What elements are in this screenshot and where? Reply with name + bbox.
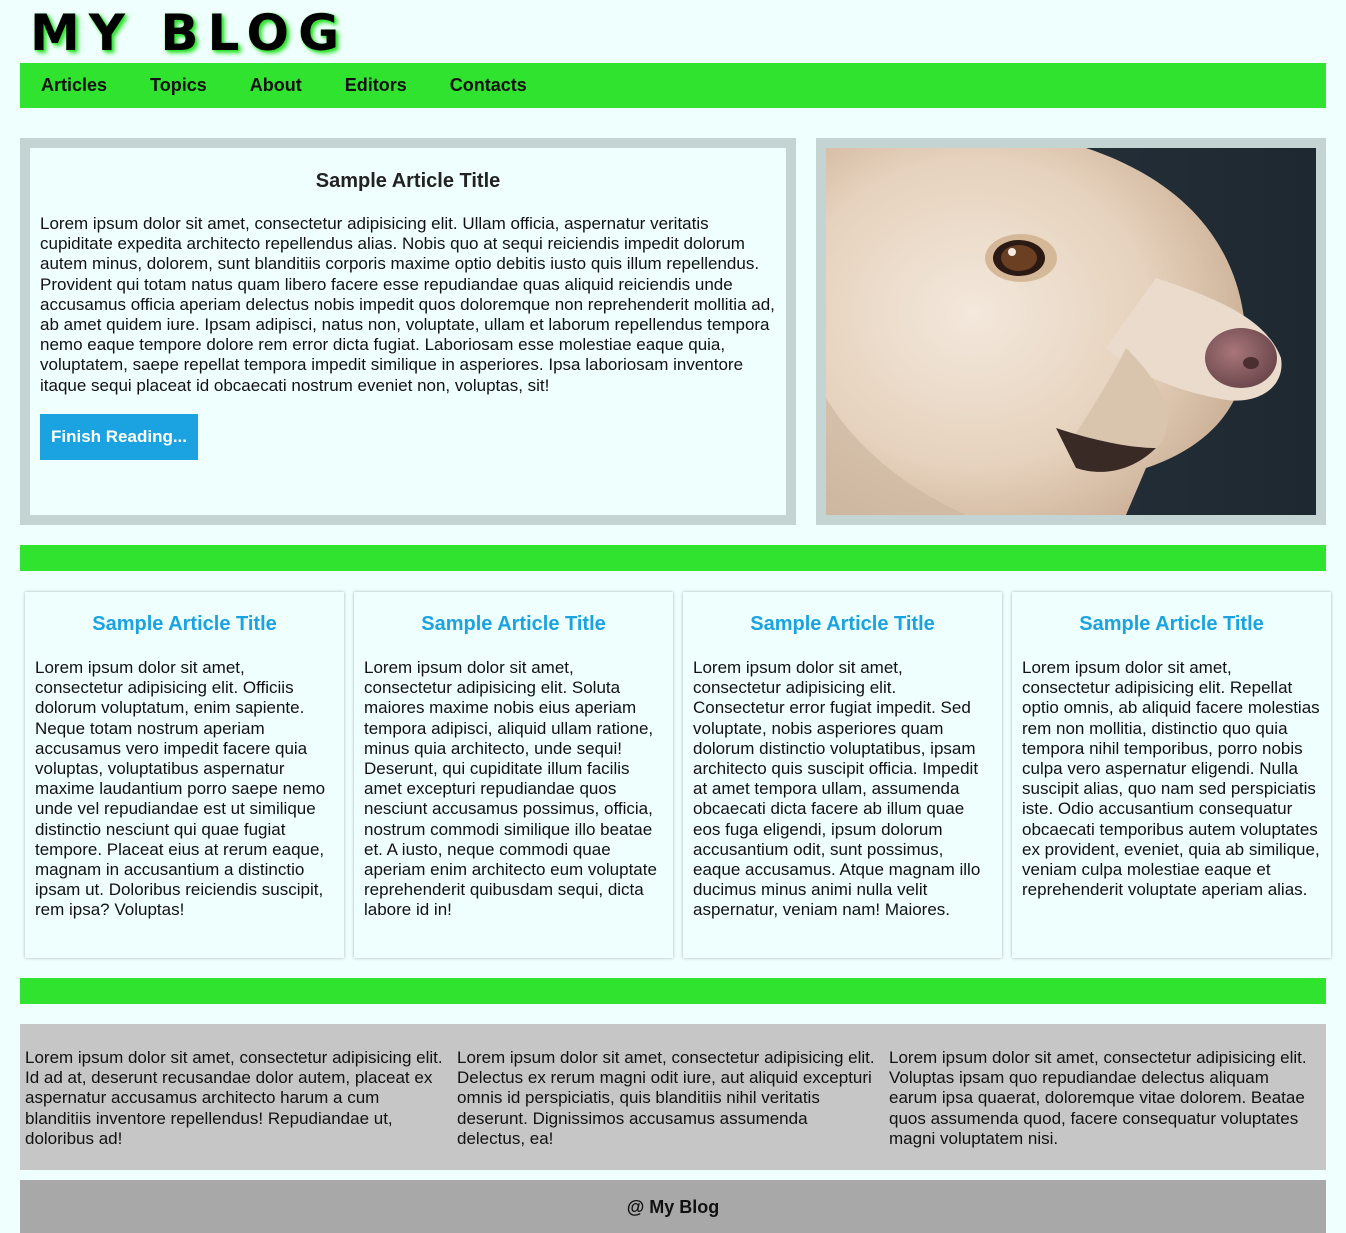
nav-item-contacts[interactable]: Contacts bbox=[450, 63, 527, 108]
featured-image-frame bbox=[816, 138, 1326, 525]
article-card-title[interactable]: Sample Article Title bbox=[35, 610, 334, 638]
article-card: Sample Article Title Lorem ipsum dolor s… bbox=[1012, 592, 1331, 958]
main-nav: Articles Topics About Editors Contacts bbox=[20, 63, 1326, 108]
site-title: MY BLOG bbox=[30, 4, 349, 62]
nav-item-topics[interactable]: Topics bbox=[150, 63, 207, 108]
finish-reading-button[interactable]: Finish Reading... bbox=[40, 413, 199, 460]
article-card-text: Lorem ipsum dolor sit amet, consectetur … bbox=[693, 658, 981, 920]
info-column: Lorem ipsum dolor sit amet, consectetur … bbox=[889, 1048, 1307, 1148]
nav-item-articles[interactable]: Articles bbox=[41, 63, 107, 108]
page-footer: @ My Blog bbox=[20, 1180, 1326, 1233]
featured-article-title: Sample Article Title bbox=[315, 170, 501, 192]
info-section: Lorem ipsum dolor sit amet, consectetur … bbox=[20, 1024, 1326, 1170]
featured-article: Sample Article Title Lorem ipsum dolor s… bbox=[20, 138, 796, 525]
article-card-title[interactable]: Sample Article Title bbox=[1022, 610, 1321, 638]
footer-text: @ My Blog bbox=[626, 1197, 720, 1217]
featured-article-text: Lorem ipsum dolor sit amet, consectetur … bbox=[40, 214, 775, 395]
article-card-text: Lorem ipsum dolor sit amet, consectetur … bbox=[35, 658, 326, 920]
article-card-text: Lorem ipsum dolor sit amet, consectetur … bbox=[364, 658, 657, 920]
info-column: Lorem ipsum dolor sit amet, consectetur … bbox=[25, 1048, 443, 1148]
nav-item-editors[interactable]: Editors bbox=[345, 63, 407, 108]
article-card-title[interactable]: Sample Article Title bbox=[693, 610, 992, 638]
article-cards: Sample Article Title Lorem ipsum dolor s… bbox=[25, 592, 1331, 958]
info-column: Lorem ipsum dolor sit amet, consectetur … bbox=[457, 1048, 875, 1148]
divider-bar-2 bbox=[20, 978, 1326, 1004]
article-card-title[interactable]: Sample Article Title bbox=[364, 610, 663, 638]
article-card: Sample Article Title Lorem ipsum dolor s… bbox=[25, 592, 344, 958]
article-card: Sample Article Title Lorem ipsum dolor s… bbox=[354, 592, 673, 958]
nav-item-about[interactable]: About bbox=[250, 63, 302, 108]
divider-bar-1 bbox=[20, 545, 1326, 571]
dog-photo bbox=[826, 148, 1316, 515]
article-card-text: Lorem ipsum dolor sit amet, consectetur … bbox=[1022, 658, 1320, 900]
featured-article-content: Sample Article Title Lorem ipsum dolor s… bbox=[30, 148, 786, 515]
article-card: Sample Article Title Lorem ipsum dolor s… bbox=[683, 592, 1002, 958]
